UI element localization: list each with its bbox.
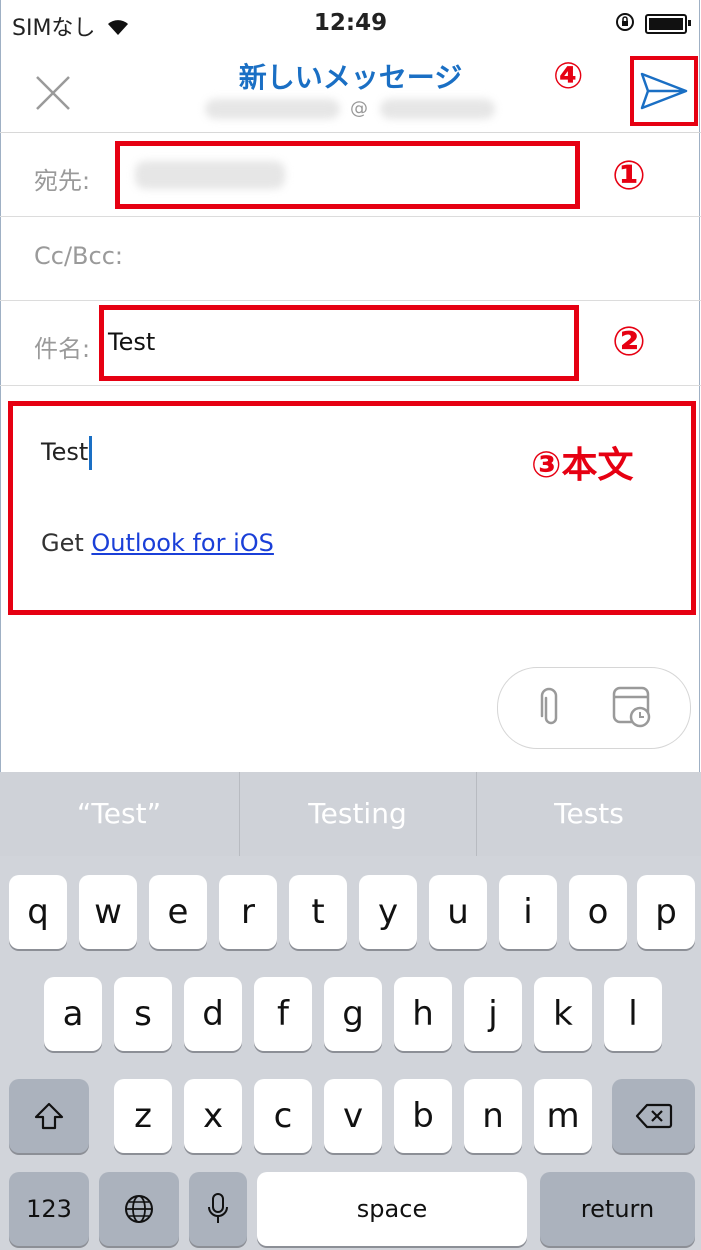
globe-key[interactable] <box>99 1172 179 1246</box>
key-l[interactable]: l <box>604 977 662 1051</box>
microphone-icon <box>208 1193 228 1223</box>
return-key[interactable]: return <box>540 1172 695 1246</box>
outlook-ios-link[interactable]: Outlook for iOS <box>91 529 274 557</box>
schedule-button[interactable] <box>611 684 653 732</box>
key-z[interactable]: z <box>114 1079 172 1153</box>
subject-field[interactable]: 件名: Test ② <box>0 301 701 386</box>
key-b[interactable]: b <box>394 1079 452 1153</box>
shift-key[interactable] <box>9 1079 89 1153</box>
key-g[interactable]: g <box>324 977 382 1051</box>
key-r[interactable]: r <box>219 875 277 949</box>
send-icon <box>640 72 688 110</box>
from-at: @ <box>350 98 368 119</box>
key-h[interactable]: h <box>394 977 452 1051</box>
key-w[interactable]: w <box>79 875 137 949</box>
message-body[interactable]: Test ③本文 Get Outlook for iOS <box>8 401 696 615</box>
key-x[interactable]: x <box>184 1079 242 1153</box>
paperclip-icon <box>540 687 558 725</box>
key-a[interactable]: a <box>44 977 102 1051</box>
body-text[interactable]: Test <box>41 436 93 470</box>
suggestion-bar: “Test” Testing Tests <box>0 772 701 856</box>
from-account: @ <box>195 96 495 122</box>
annotation-1: ① <box>612 153 646 199</box>
send-button[interactable] <box>630 56 698 126</box>
backspace-icon <box>635 1103 672 1129</box>
key-u[interactable]: u <box>429 875 487 949</box>
to-label: 宛先: <box>34 167 91 195</box>
key-q[interactable]: q <box>9 875 67 949</box>
annotation-box-1 <box>115 141 580 209</box>
key-v[interactable]: v <box>324 1079 382 1153</box>
rotation-lock-icon <box>615 12 635 36</box>
dictation-key[interactable] <box>189 1172 247 1246</box>
cc-bcc-field[interactable]: Cc/Bcc: <box>0 217 701 301</box>
text-cursor <box>89 436 93 470</box>
key-p[interactable]: p <box>637 875 695 949</box>
attachment-toolbar <box>497 667 691 749</box>
globe-icon <box>125 1195 153 1223</box>
key-s[interactable]: s <box>114 977 172 1051</box>
suggestion-3[interactable]: Tests <box>477 772 701 856</box>
delete-key[interactable] <box>612 1079 695 1153</box>
key-m[interactable]: m <box>534 1079 592 1153</box>
key-c[interactable]: c <box>254 1079 312 1153</box>
page-title: 新しいメッセージ <box>238 61 463 94</box>
signature: Get Outlook for iOS <box>41 529 274 557</box>
status-right <box>615 12 691 36</box>
key-j[interactable]: j <box>464 977 522 1051</box>
key-n[interactable]: n <box>464 1079 522 1153</box>
compose-header: 新しいメッセージ @ ④ <box>0 50 701 133</box>
key-k[interactable]: k <box>534 977 592 1051</box>
numbers-key[interactable]: 123 <box>9 1172 89 1246</box>
annotation-2: ② <box>612 319 646 365</box>
body-text-value: Test <box>41 438 89 466</box>
suggestion-1[interactable]: “Test” <box>0 772 238 856</box>
cc-bcc-label: Cc/Bcc: <box>34 242 123 270</box>
calendar-clock-icon <box>612 686 651 728</box>
annotation-4: ④ <box>553 56 584 97</box>
key-i[interactable]: i <box>499 875 557 949</box>
key-f[interactable]: f <box>254 977 312 1051</box>
status-bar: SIMなし 12:49 <box>0 0 701 50</box>
space-key[interactable]: space <box>257 1172 527 1246</box>
key-d[interactable]: d <box>184 977 242 1051</box>
annotation-3: ③本文 <box>531 445 634 486</box>
clock: 12:49 <box>313 10 388 36</box>
key-e[interactable]: e <box>149 875 207 949</box>
signature-prefix: Get <box>41 529 92 557</box>
annotation-box-2 <box>99 305 579 381</box>
keyboard: “Test” Testing Tests q w e r t y u i o p… <box>0 772 701 1250</box>
to-field[interactable]: 宛先: ① <box>0 133 701 217</box>
attach-button[interactable] <box>538 686 564 732</box>
key-o[interactable]: o <box>569 875 627 949</box>
key-t[interactable]: t <box>289 875 347 949</box>
key-y[interactable]: y <box>359 875 417 949</box>
shift-icon <box>34 1102 64 1130</box>
battery-icon <box>645 14 691 34</box>
subject-label: 件名: <box>34 335 91 363</box>
suggestion-2[interactable]: Testing <box>240 772 475 856</box>
